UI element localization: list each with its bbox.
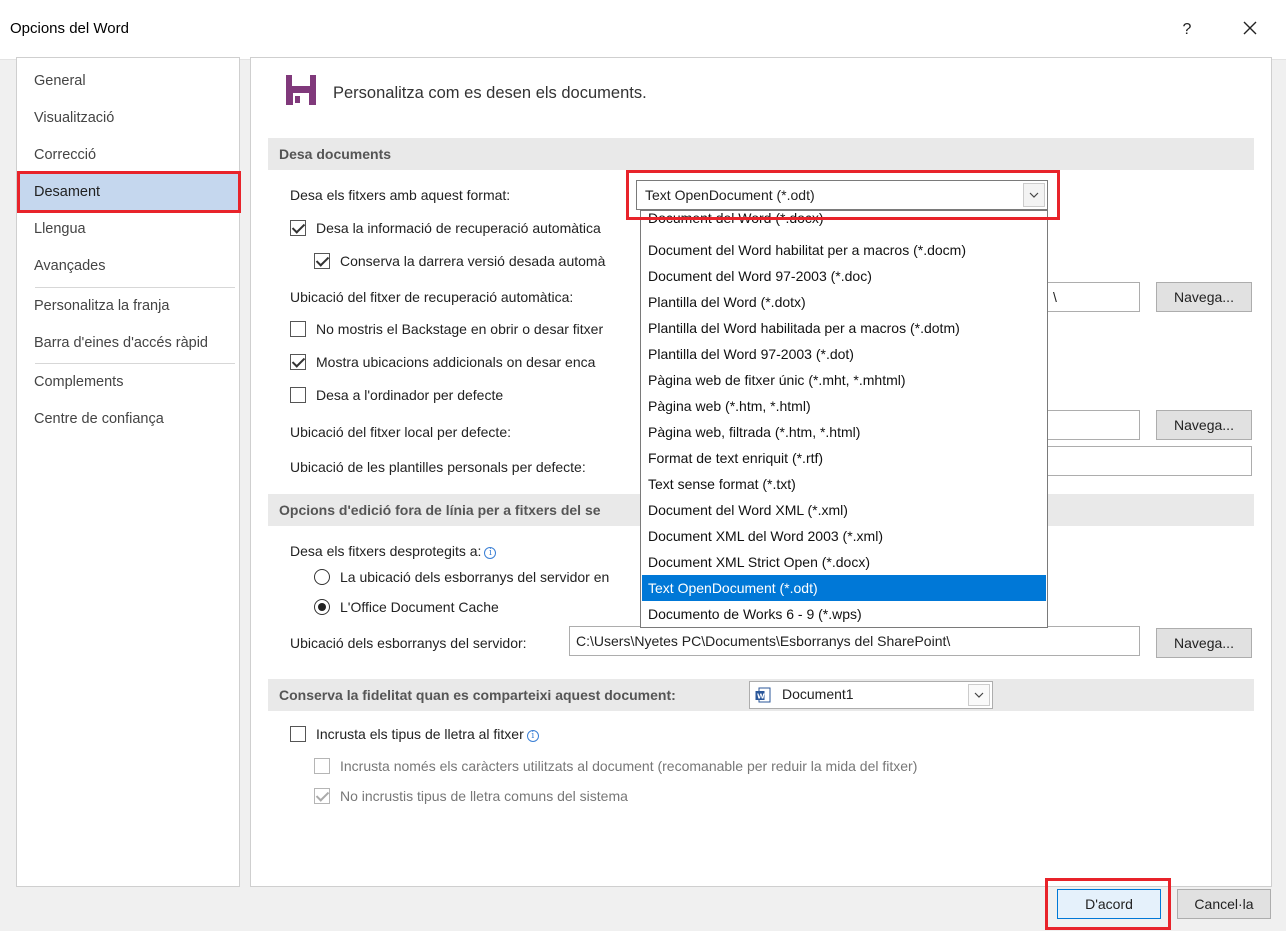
section-header-save-documents: Desa documents	[268, 138, 1254, 170]
format-option-word2003-xml[interactable]: Document XML del Word 2003 (*.xml)	[642, 523, 1046, 549]
server-drafts-radio-label: La ubicació dels esborranys del servidor…	[340, 569, 610, 585]
embed-fonts-checkbox[interactable]	[290, 726, 306, 742]
nav-item-language[interactable]: Llengua	[18, 212, 238, 246]
format-option-doc[interactable]: Document del Word 97-2003 (*.doc)	[642, 263, 1046, 289]
format-option-dot[interactable]: Plantilla del Word 97-2003 (*.dot)	[642, 341, 1046, 367]
nav-separator	[35, 287, 235, 288]
server-drafts-location-label: Ubicació dels esborranys del servidor:	[290, 635, 527, 651]
autorecover-location-label: Ubicació del fitxer de recuperació autom…	[290, 289, 574, 305]
personal-templates-location-label: Ubicació de les plantilles personals per…	[290, 459, 586, 475]
ok-button[interactable]: D'acord	[1057, 889, 1161, 919]
annotation-highlight-format	[626, 170, 1060, 220]
format-option-docm[interactable]: Document del Word habilitat per a macros…	[642, 237, 1046, 263]
nav-item-save[interactable]: Desament	[17, 171, 241, 213]
embed-fonts-text: Incrusta els tipus de lletra al fitxer	[316, 726, 524, 742]
embed-used-chars-label: Incrusta només els caràcters utilitzats …	[340, 758, 918, 774]
embed-used-chars-checkbox[interactable]	[314, 758, 330, 774]
save-to-computer-checkbox[interactable]	[290, 387, 306, 403]
additional-locations-checkbox[interactable]	[290, 354, 306, 370]
browse-autorecover-button[interactable]: Navega...	[1156, 282, 1252, 312]
format-option-htm-filtered[interactable]: Pàgina web, filtrada (*.htm, *.html)	[642, 419, 1046, 445]
save-format-label: Desa els fitxers amb aquest format:	[290, 187, 511, 203]
save-format-dropdown-list: Document del Word (*.docx) Document del …	[640, 210, 1048, 628]
office-cache-radio[interactable]	[314, 599, 330, 615]
nav-item-trust-center[interactable]: Centre de confiança	[18, 402, 238, 436]
office-cache-radio-label: L'Office Document Cache	[340, 599, 499, 615]
nav-item-general[interactable]: General	[18, 64, 238, 98]
nav-item-proofing[interactable]: Correcció	[18, 138, 238, 172]
format-option-wps[interactable]: Documento de Works 6 - 9 (*.wps)	[642, 601, 1046, 627]
nav-item-display[interactable]: Visualització	[18, 101, 238, 135]
format-option-dotx[interactable]: Plantilla del Word (*.dotx)	[642, 289, 1046, 315]
server-drafts-location-input[interactable]: C:\Users\Nyetes PC\Documents\Esborranys …	[569, 626, 1140, 656]
nav-item-advanced[interactable]: Avançades	[18, 249, 238, 283]
no-common-fonts-label: No incrustis tipus de lletra comuns del …	[340, 788, 628, 804]
save-to-computer-label: Desa a l'ordinador per defecte	[316, 387, 504, 403]
personal-templates-location-input[interactable]	[1046, 446, 1252, 476]
page-header-text: Personalitza com es desen els documents.	[333, 84, 647, 102]
server-drafts-radio[interactable]	[314, 569, 330, 585]
nav-item-add-ins[interactable]: Complements	[18, 365, 238, 399]
browse-local-button[interactable]: Navega...	[1156, 410, 1252, 440]
format-option-strict-open-xml[interactable]: Document XML Strict Open (*.docx)	[642, 549, 1046, 575]
cancel-button[interactable]: Cancel·la	[1177, 889, 1271, 919]
autorecover-label: Desa la informació de recuperació automà…	[316, 220, 601, 236]
autorecover-checkbox[interactable]	[290, 220, 306, 236]
svg-text:W: W	[757, 693, 765, 701]
chevron-down-icon[interactable]	[968, 684, 990, 706]
additional-locations-label: Mostra ubicacions addicionals on desar e…	[316, 354, 596, 370]
browse-server-drafts-button[interactable]: Navega...	[1156, 628, 1252, 658]
default-local-location-label: Ubicació del fitxer local per defecte:	[290, 424, 511, 440]
document-select-value: Document1	[782, 686, 854, 702]
format-option-txt[interactable]: Text sense format (*.txt)	[642, 471, 1046, 497]
nav-item-customize-ribbon[interactable]: Personalitza la franja	[18, 289, 238, 323]
embed-fonts-label: Incrusta els tipus de lletra al fitxer i	[316, 726, 539, 742]
no-backstage-checkbox[interactable]	[290, 321, 306, 337]
no-common-fonts-checkbox[interactable]	[314, 788, 330, 804]
info-icon: i	[484, 547, 497, 559]
keep-last-version-label: Conserva la darrera versió desada automà	[340, 253, 606, 269]
format-option-htm[interactable]: Pàgina web (*.htm, *.html)	[642, 393, 1046, 419]
word-document-icon: W	[755, 687, 771, 703]
help-button[interactable]: ?	[1172, 16, 1202, 44]
default-local-location-input[interactable]	[1046, 410, 1140, 440]
save-checked-out-text: Desa els fitxers desprotegits a:	[290, 543, 482, 559]
floppy-disk-icon	[285, 74, 317, 106]
keep-last-version-checkbox[interactable]	[314, 253, 330, 269]
document-select[interactable]: W Document1	[749, 681, 993, 709]
format-option-mht[interactable]: Pàgina web de fitxer únic (*.mht, *.mhtm…	[642, 367, 1046, 393]
nav-item-quick-access-toolbar[interactable]: Barra d'eines d'accés ràpid	[18, 326, 238, 360]
format-option-odt[interactable]: Text OpenDocument (*.odt)	[642, 575, 1046, 601]
no-backstage-label: No mostris el Backstage en obrir o desar…	[316, 321, 604, 337]
title-bar	[0, 0, 1286, 60]
format-option-rtf[interactable]: Format de text enriquit (*.rtf)	[642, 445, 1046, 471]
format-option-word-xml[interactable]: Document del Word XML (*.xml)	[642, 497, 1046, 523]
close-button[interactable]	[1232, 14, 1268, 46]
format-option-dotm[interactable]: Plantilla del Word habilitada per a macr…	[642, 315, 1046, 341]
window-title: Opcions del Word	[10, 20, 129, 37]
autorecover-location-input[interactable]: \	[1046, 282, 1140, 312]
info-icon: i	[526, 730, 539, 742]
nav-separator	[35, 363, 235, 364]
save-checked-out-label: Desa els fitxers desprotegits a: i	[290, 543, 497, 559]
close-icon	[1243, 21, 1257, 35]
options-nav: General Visualització Correcció Desament…	[16, 57, 241, 887]
